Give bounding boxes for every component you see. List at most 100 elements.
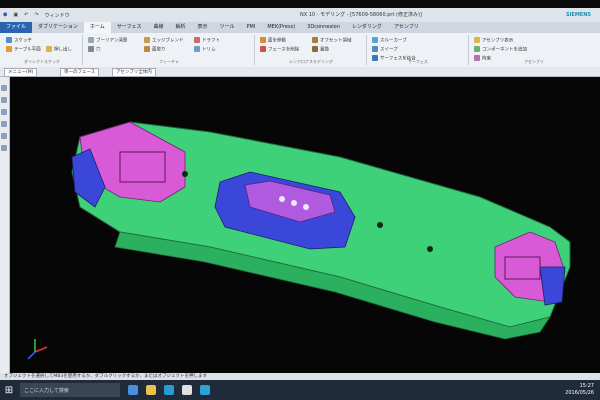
chamfer-label: 面取り: [152, 47, 166, 53]
tab-curve[interactable]: 曲線: [147, 22, 169, 33]
table-plane-label: テーブル平面: [14, 47, 41, 53]
taskbar: ⊞ ここに入力して検索 15:27 2016/05/26: [0, 380, 600, 400]
sketch-button[interactable]: スケッチ: [6, 37, 32, 44]
tab-tools[interactable]: ツール: [214, 22, 241, 33]
draft-label: ドラフト: [202, 38, 220, 44]
clock-time: 15:27: [579, 383, 594, 389]
title-bar: ⬢ ▣ ↶ ↷ ウィンドウ NX 10 - モデリング - [57609-580…: [0, 8, 600, 22]
add-component-button[interactable]: コンポーネントを追加: [474, 46, 527, 53]
tab-home[interactable]: ホーム: [83, 22, 111, 33]
trim-button[interactable]: トリム: [194, 46, 216, 53]
edge-blend-label: エッジブレンド: [152, 38, 184, 44]
frame-hole: [427, 246, 433, 252]
selection-scope-select[interactable]: アセンブリ全体内: [112, 68, 156, 77]
ribbon-tabs: ファイル ダブリケーション ホーム サーフェス 曲線 解析 表示 ツール PMI…: [0, 22, 600, 33]
ribbon-group-assembly: アセンブリ表示 コンポーネントを追加 拘束 アセンブリ: [470, 35, 598, 65]
tab-rendering[interactable]: レンダリング: [346, 22, 388, 33]
trim-label: トリム: [202, 47, 216, 53]
edge-icon[interactable]: [128, 385, 138, 395]
screen: ⬢ ▣ ↶ ↷ ウィンドウ NX 10 - モデリング - [57609-580…: [0, 0, 600, 400]
nx-taskbar-icon[interactable]: [200, 385, 210, 395]
hole-button[interactable]: 穴: [88, 46, 101, 53]
through-curves-button[interactable]: スルーカーブ: [372, 37, 407, 44]
delete-face-icon: [260, 46, 266, 52]
sweep-button[interactable]: スイープ: [372, 46, 398, 53]
resource-bar: [0, 77, 10, 373]
brand-label: SIEMENS: [565, 12, 591, 18]
tab-3dconnexion[interactable]: 3Dconnexion: [301, 22, 346, 33]
part-navigator-icon[interactable]: [1, 85, 7, 91]
sketch-label: スケッチ: [14, 38, 32, 44]
tab-pmi[interactable]: PMI: [241, 22, 262, 33]
assembly-icon: [474, 37, 480, 43]
ribbon-group-synchronous: 面を移動 フェースを削除 オフセット領域 置換 シンクロナスモデリング: [256, 35, 367, 65]
move-face-button[interactable]: 面を移動: [260, 37, 286, 44]
tab-mek-press[interactable]: MEK(Press): [261, 22, 301, 33]
assembly-view-button[interactable]: アセンブリ表示: [474, 37, 513, 44]
extrude-button[interactable]: 押し出し: [46, 46, 72, 53]
taskbar-search-input[interactable]: ここに入力して検索: [20, 383, 120, 397]
start-icon[interactable]: ⊞: [0, 380, 18, 400]
ribbon-group-feature: ブーリアン演算 穴 エッジブレンド 面取り ドラフト トリム フィーチャ: [84, 35, 255, 65]
move-face-label: 面を移動: [268, 38, 286, 44]
move-face-icon: [260, 37, 266, 43]
tab-view[interactable]: 表示: [192, 22, 214, 33]
ribbon-group-label: アセンブリ: [524, 59, 544, 64]
sweep-icon: [372, 46, 378, 52]
edge-blend-button[interactable]: エッジブレンド: [144, 37, 184, 44]
system-tray[interactable]: 15:27 2016/05/26: [565, 383, 594, 397]
delete-face-label: フェースを削除: [268, 47, 300, 53]
assembly-navigator-icon[interactable]: [1, 97, 7, 103]
tab-analysis[interactable]: 解析: [170, 22, 192, 33]
sweep-label: スイープ: [380, 47, 398, 53]
ribbon-group-label: サーフェス: [408, 59, 428, 64]
ribbon-group-label: シンクロナスモデリング: [289, 59, 333, 64]
add-component-icon: [474, 46, 480, 52]
boolean-label: ブーリアン演算: [96, 38, 128, 44]
graphics-viewport[interactable]: [10, 77, 600, 373]
ribbon-group-label: フィーチャ: [159, 59, 179, 64]
hole-label: 穴: [96, 47, 101, 53]
chrome-icon[interactable]: [182, 385, 192, 395]
offset-icon: [312, 37, 318, 43]
replace-button[interactable]: 置換: [312, 46, 329, 53]
draft-icon: [194, 37, 200, 43]
boolean-button[interactable]: ブーリアン演算: [88, 37, 127, 44]
tab-duplication[interactable]: ダブリケーション: [32, 22, 84, 33]
ribbon-group-label: ダイレクトスケッチ: [24, 59, 60, 64]
bolt-hole: [303, 204, 309, 210]
extrude-label: 押し出し: [54, 47, 72, 53]
redo-icon[interactable]: ↷: [34, 12, 38, 18]
view-triad-icon[interactable]: [27, 339, 48, 360]
chamfer-icon: [144, 46, 150, 52]
replace-label: 置換: [320, 47, 329, 53]
chamfer-button[interactable]: 面取り: [144, 46, 166, 53]
save-icon[interactable]: ▣: [13, 12, 18, 18]
constraint-navigator-icon[interactable]: [1, 109, 7, 115]
undo-icon[interactable]: ↶: [24, 12, 28, 18]
blend-icon: [144, 37, 150, 43]
delete-face-button[interactable]: フェースを削除: [260, 46, 299, 53]
window-menu[interactable]: ウィンドウ: [45, 12, 70, 19]
table-plane-button[interactable]: テーブル平面: [6, 46, 41, 53]
extrude-icon: [46, 46, 52, 52]
explorer-icon[interactable]: [146, 385, 156, 395]
add-component-label: コンポーネントを追加: [482, 47, 527, 53]
through-curves-label: スルーカーブ: [380, 38, 407, 44]
tab-surface[interactable]: サーフェス: [111, 22, 148, 33]
ribbon: スケッチ テーブル平面 押し出し ダイレクトスケッチ ブーリアン演算 穴 エッジ…: [0, 33, 600, 68]
draft-button[interactable]: ドラフト: [194, 37, 220, 44]
reuse-library-icon[interactable]: [1, 121, 7, 127]
store-icon[interactable]: [164, 385, 174, 395]
plane-icon: [6, 46, 12, 52]
offset-region-button[interactable]: オフセット領域: [312, 37, 352, 44]
type-filter-select[interactable]: 単一のフェース: [60, 68, 100, 77]
hole-icon: [88, 46, 94, 52]
tab-assembly[interactable]: アセンブリ: [388, 22, 425, 33]
tab-file[interactable]: ファイル: [0, 22, 33, 33]
roles-icon[interactable]: [1, 145, 7, 151]
menu-button[interactable]: メニュー(M): [4, 68, 38, 77]
history-icon[interactable]: [1, 133, 7, 139]
nx-logo-icon[interactable]: ⬢: [3, 12, 7, 18]
frame-hole: [377, 222, 383, 228]
